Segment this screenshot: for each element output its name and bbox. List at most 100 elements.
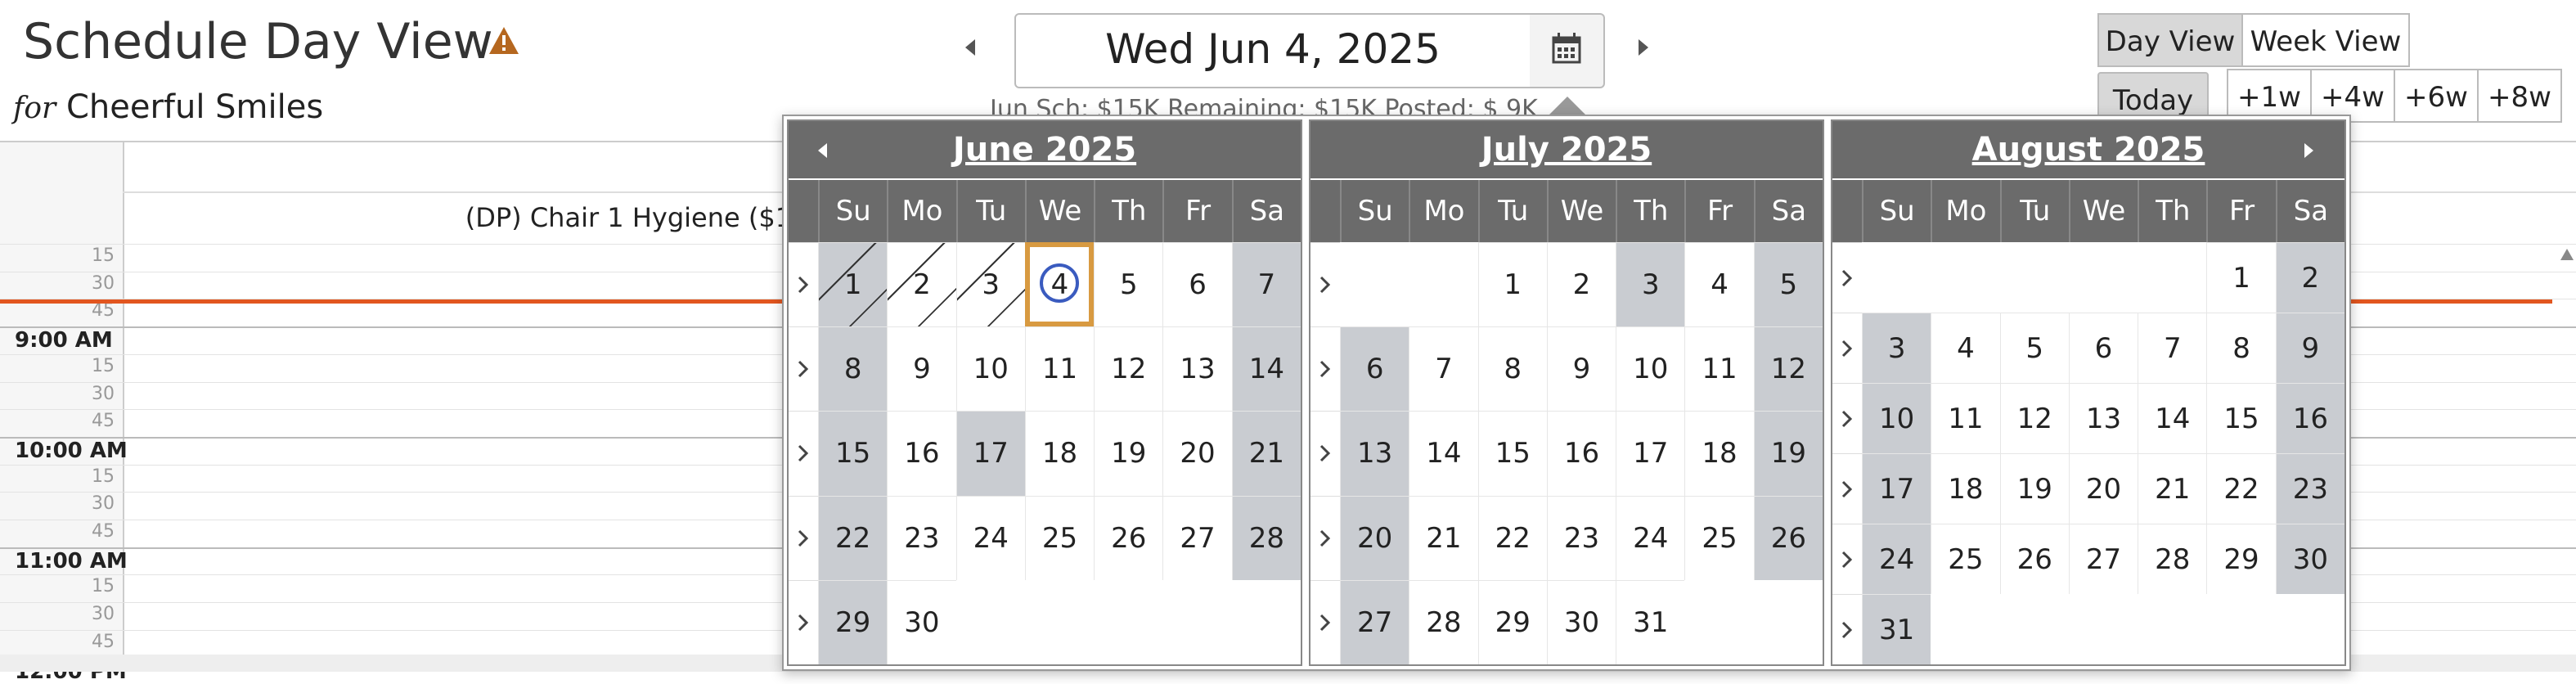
calendar-day[interactable]: 15: [1477, 411, 1547, 496]
calendar-day[interactable]: 28: [1231, 495, 1301, 580]
week-expand-button[interactable]: [1310, 495, 1340, 580]
calendar-day[interactable]: 27: [1340, 579, 1409, 664]
week-expand-button[interactable]: [789, 326, 818, 411]
calendar-day[interactable]: 29: [818, 579, 888, 664]
calendar-day[interactable]: 15: [2206, 383, 2276, 453]
calendar-day[interactable]: 7: [1409, 326, 1478, 412]
calendar-day[interactable]: 3: [955, 242, 1025, 327]
jump-6w-button[interactable]: +6w: [2394, 69, 2479, 123]
calendar-day[interactable]: 10: [1862, 383, 1931, 453]
calendar-day[interactable]: 26: [1753, 495, 1823, 580]
calendar-day[interactable]: 24: [955, 495, 1025, 580]
calendar-day[interactable]: 23: [887, 495, 956, 580]
calendar-day[interactable]: 6: [1162, 242, 1232, 327]
calendar-day[interactable]: 17: [1616, 411, 1685, 496]
calendar-day[interactable]: 22: [1477, 495, 1547, 580]
calendar-day[interactable]: 24: [1616, 495, 1685, 580]
calendar-day[interactable]: 20: [1162, 411, 1232, 496]
previous-day-button[interactable]: [959, 36, 982, 59]
calendar-day[interactable]: 31: [1616, 579, 1685, 664]
week-expand-button[interactable]: [1832, 242, 1862, 313]
calendar-day[interactable]: 9: [2275, 313, 2344, 383]
week-expand-button[interactable]: [1832, 524, 1862, 594]
next-day-button[interactable]: [1632, 36, 1655, 59]
calendar-day[interactable]: 1: [1477, 242, 1547, 327]
calendar-day[interactable]: 31: [1862, 594, 1931, 664]
calendar-day[interactable]: 17: [955, 411, 1025, 496]
calendar-day[interactable]: 12: [1753, 326, 1823, 412]
calendar-day[interactable]: 14: [1409, 411, 1478, 496]
calendar-day[interactable]: 14: [1231, 326, 1301, 412]
calendar-day[interactable]: 16: [887, 411, 956, 496]
week-expand-button[interactable]: [789, 242, 818, 326]
week-expand-button[interactable]: [1832, 453, 1862, 524]
calendar-day[interactable]: 10: [955, 326, 1025, 412]
calendar-day[interactable]: 25: [1931, 524, 2000, 594]
calendar-day[interactable]: 5: [1999, 313, 2069, 383]
calendar-day[interactable]: 13: [2068, 383, 2138, 453]
calendar-day[interactable]: 10: [1616, 326, 1685, 412]
calendar-day[interactable]: 30: [887, 579, 956, 664]
warning-icon[interactable]: [488, 25, 520, 57]
week-expand-button[interactable]: [1832, 313, 1862, 383]
calendar-day[interactable]: 1: [2206, 242, 2276, 313]
calendar-day[interactable]: 23: [1546, 495, 1616, 580]
day-view-button[interactable]: Day View: [2097, 13, 2243, 67]
calendar-day[interactable]: 22: [818, 495, 888, 580]
calendar-toggle-button[interactable]: [1530, 13, 1605, 88]
calendar-day[interactable]: 11: [1024, 326, 1095, 412]
calendar-day[interactable]: 16: [2275, 383, 2344, 453]
calendar-day[interactable]: 6: [2068, 313, 2138, 383]
next-month-button[interactable]: [2299, 141, 2318, 160]
calendar-day[interactable]: 2: [887, 242, 956, 327]
calendar-day[interactable]: 12: [1999, 383, 2069, 453]
schedule-scrollbar[interactable]: [2559, 245, 2575, 672]
calendar-day[interactable]: 2: [2275, 242, 2344, 313]
calendar-day[interactable]: 7: [1231, 242, 1301, 327]
prev-month-button[interactable]: [813, 141, 833, 160]
calendar-day[interactable]: 8: [818, 326, 888, 412]
calendar-day[interactable]: 22: [2206, 453, 2276, 524]
calendar-day[interactable]: 5: [1094, 242, 1163, 327]
calendar-day[interactable]: 18: [1684, 411, 1754, 496]
calendar-day[interactable]: 11: [1931, 383, 2000, 453]
calendar-day[interactable]: 27: [2068, 524, 2138, 594]
month-title[interactable]: July 2025: [1310, 121, 1823, 178]
calendar-day[interactable]: 9: [1546, 326, 1616, 412]
calendar-day[interactable]: 9: [887, 326, 956, 412]
calendar-day[interactable]: 25: [1684, 495, 1754, 580]
week-expand-button[interactable]: [789, 495, 818, 580]
calendar-day[interactable]: 19: [1094, 411, 1163, 496]
calendar-day[interactable]: 30: [2275, 524, 2344, 594]
calendar-day[interactable]: 4: [1931, 313, 2000, 383]
calendar-day[interactable]: 12: [1094, 326, 1163, 412]
calendar-day[interactable]: 21: [2138, 453, 2207, 524]
calendar-day[interactable]: 25: [1024, 495, 1095, 580]
calendar-day[interactable]: 30: [1546, 579, 1616, 664]
calendar-day[interactable]: 3: [1616, 242, 1685, 327]
calendar-day[interactable]: 2: [1546, 242, 1616, 327]
week-expand-button[interactable]: [1310, 579, 1340, 664]
calendar-day[interactable]: 21: [1409, 495, 1478, 580]
week-expand-button[interactable]: [1832, 383, 1862, 453]
week-expand-button[interactable]: [1310, 326, 1340, 411]
calendar-day[interactable]: 6: [1340, 326, 1409, 412]
calendar-day[interactable]: 18: [1024, 411, 1095, 496]
calendar-day[interactable]: 4: [1684, 242, 1754, 327]
calendar-day[interactable]: 23: [2275, 453, 2344, 524]
calendar-day[interactable]: 26: [1999, 524, 2069, 594]
calendar-day[interactable]: 26: [1094, 495, 1163, 580]
calendar-day[interactable]: 28: [2138, 524, 2207, 594]
calendar-day[interactable]: 14: [2138, 383, 2207, 453]
calendar-day[interactable]: 4: [1024, 242, 1095, 327]
calendar-day[interactable]: 3: [1862, 313, 1931, 383]
month-title[interactable]: August 2025: [1832, 121, 2344, 178]
calendar-day[interactable]: 8: [1477, 326, 1547, 412]
calendar-day[interactable]: 29: [1477, 579, 1547, 664]
calendar-day[interactable]: 5: [1753, 242, 1823, 327]
week-expand-button[interactable]: [789, 411, 818, 495]
calendar-day[interactable]: 1: [818, 242, 888, 327]
calendar-day[interactable]: 28: [1409, 579, 1478, 664]
calendar-day[interactable]: 18: [1931, 453, 2000, 524]
calendar-day[interactable]: 19: [1999, 453, 2069, 524]
